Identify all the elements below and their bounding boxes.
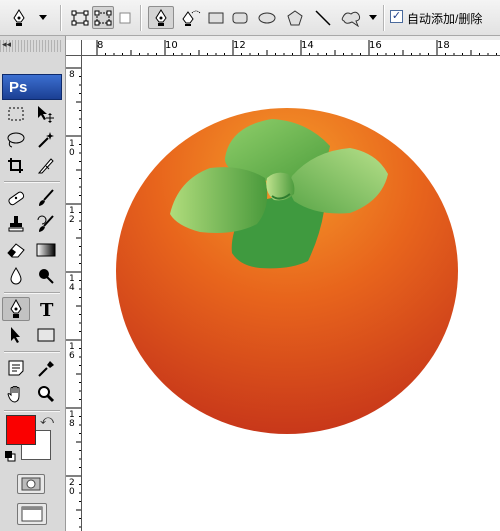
h-ruler-label: 16 — [369, 40, 382, 51]
h-ruler-label: 14 — [301, 40, 314, 51]
pen-icon[interactable] — [6, 6, 32, 29]
h-ruler-label: 12 — [233, 40, 246, 51]
type-tool[interactable]: T — [32, 297, 60, 321]
notes-tool[interactable] — [2, 356, 30, 380]
v-ruler-label: 1 2 — [69, 206, 75, 225]
toolbox-separator — [4, 181, 60, 183]
lasso-tool[interactable] — [2, 128, 30, 152]
swap-colors-icon[interactable]: ⤺ — [40, 412, 54, 428]
ruler-origin[interactable] — [66, 40, 82, 56]
clone-stamp-tool[interactable] — [2, 212, 30, 236]
line-shape-icon[interactable] — [312, 6, 334, 29]
brush-tool[interactable] — [32, 186, 60, 210]
history-brush-tool[interactable] — [32, 212, 60, 236]
auto-add-delete-label: 自动添加/删除 — [407, 12, 483, 26]
v-ruler-label: 1 0 — [69, 139, 75, 158]
svg-text:T: T — [40, 300, 54, 318]
custom-shape-icon[interactable] — [338, 6, 364, 29]
healing-brush-tool[interactable] — [2, 186, 30, 210]
ellipse-shape-icon[interactable] — [256, 6, 278, 29]
persimmon-artwork — [116, 108, 458, 434]
v-ruler-label: 1 8 — [69, 410, 75, 429]
slice-tool[interactable] — [32, 154, 60, 178]
rectangle-tool[interactable] — [32, 323, 60, 347]
paths-icon[interactable] — [92, 6, 114, 29]
horizontal-ruler[interactable]: 8 10 12 14 16 18 — [82, 40, 500, 56]
stem — [266, 172, 295, 201]
toolbox-separator — [4, 292, 60, 294]
v-ruler-label: 1 6 — [69, 342, 75, 361]
shape-picker-chevron-icon[interactable] — [366, 6, 380, 29]
h-ruler-label: 10 — [165, 40, 178, 51]
h-ruler-label: 8 — [97, 40, 104, 51]
vertical-ruler[interactable]: 8 1 0 1 2 1 4 1 6 1 8 2 0 — [66, 56, 82, 531]
crop-tool[interactable] — [2, 154, 30, 178]
polygon-shape-icon[interactable] — [284, 6, 306, 29]
default-colors-icon[interactable] — [4, 450, 16, 462]
chevron-down-icon[interactable] — [36, 6, 50, 29]
gradient-tool[interactable] — [32, 238, 60, 262]
pen-tool-option-icon[interactable] — [148, 6, 174, 29]
path-selection-tool[interactable] — [2, 323, 30, 347]
v-ruler-label: 1 4 — [69, 274, 75, 293]
freeform-pen-icon[interactable] — [178, 6, 204, 29]
collapse-icon[interactable]: ◂◂ — [2, 39, 11, 50]
document-canvas[interactable] — [82, 56, 500, 531]
separator — [60, 5, 62, 31]
ps-logo[interactable]: Ps — [2, 74, 62, 100]
marquee-tool[interactable] — [2, 102, 30, 126]
blur-tool[interactable] — [2, 264, 30, 288]
auto-add-delete-checkbox[interactable]: ✓ — [390, 10, 403, 23]
v-ruler-label: 8 — [69, 70, 75, 80]
screen-mode-button[interactable] — [17, 503, 47, 525]
toolbox-separator — [4, 351, 60, 353]
v-ruler-label: 2 0 — [69, 478, 75, 497]
pen-tool[interactable] — [2, 297, 30, 321]
eyedropper-tool[interactable] — [32, 356, 60, 380]
rounded-rectangle-icon[interactable] — [230, 6, 250, 29]
dodge-tool[interactable] — [32, 264, 60, 288]
rectangle-shape-icon[interactable] — [206, 6, 226, 29]
eraser-tool[interactable] — [2, 238, 30, 262]
separator — [383, 5, 385, 31]
hand-tool[interactable] — [2, 382, 30, 406]
magic-wand-tool[interactable] — [32, 128, 60, 152]
separator — [140, 5, 142, 31]
options-bar: ✓ 自动添加/删除 — [0, 0, 500, 36]
shape-layers-icon[interactable] — [68, 6, 92, 29]
zoom-tool[interactable] — [32, 382, 60, 406]
quick-mask-button[interactable] — [17, 474, 45, 494]
move-tool[interactable] — [32, 102, 60, 126]
foreground-color-swatch[interactable] — [6, 415, 36, 445]
h-ruler-label: 18 — [437, 40, 450, 51]
fill-pixels-icon[interactable] — [116, 6, 134, 29]
